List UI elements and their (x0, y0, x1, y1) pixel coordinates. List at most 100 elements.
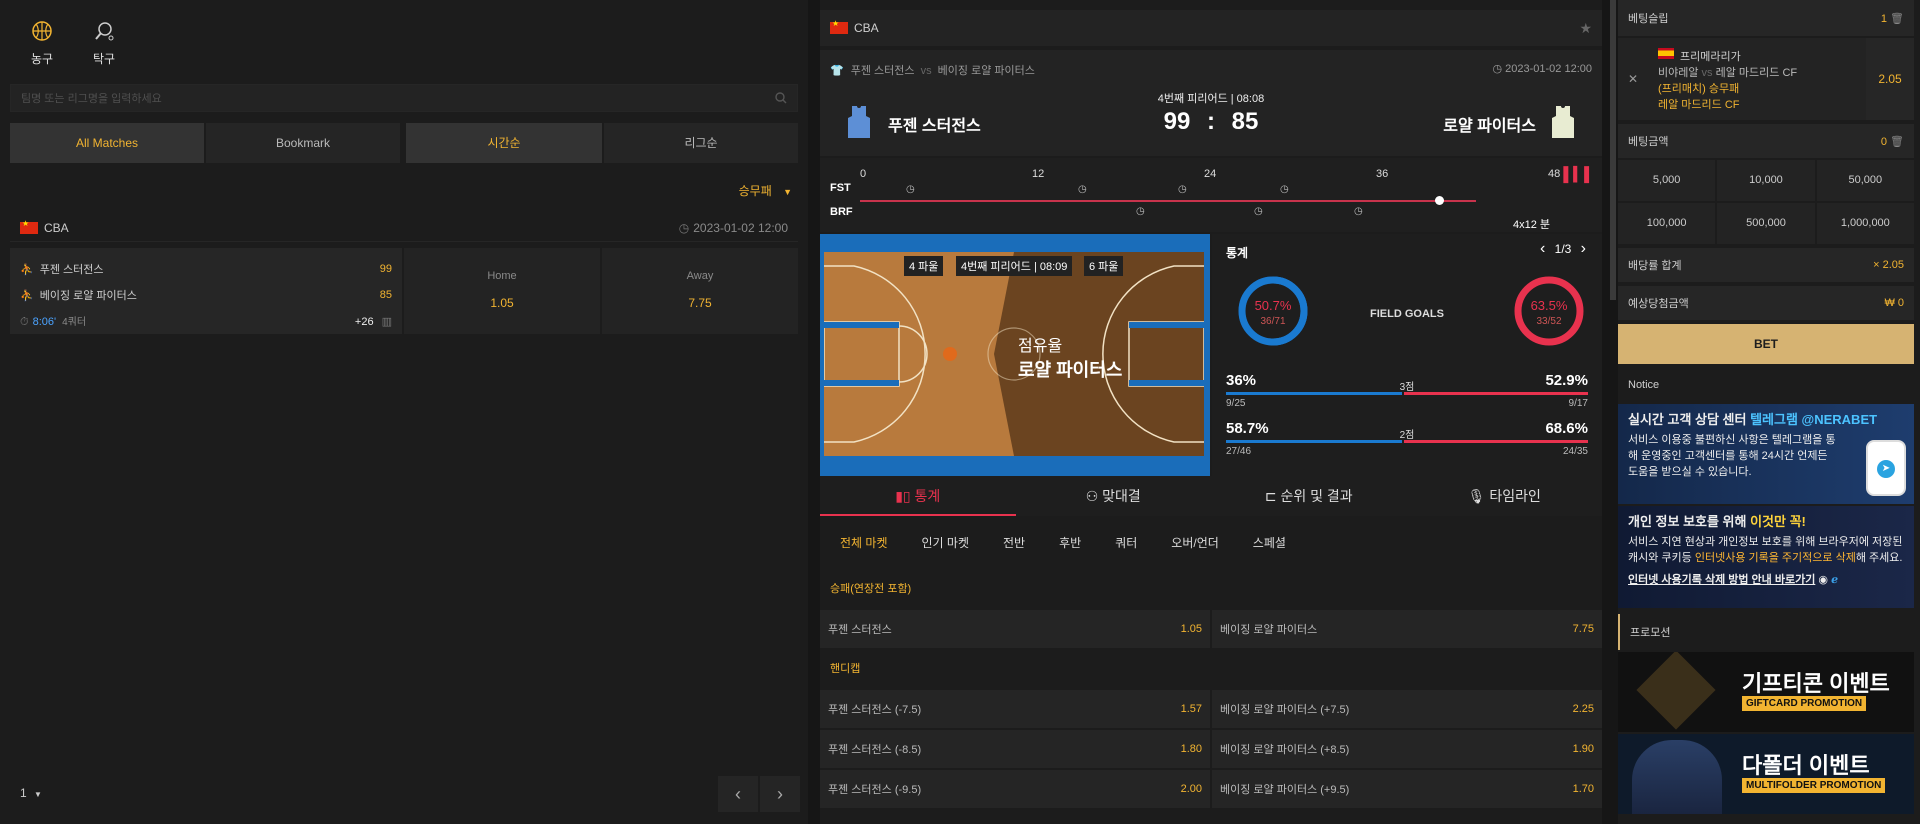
option-label: 푸젠 스터전스 (-8.5) (828, 744, 922, 756)
notice-banner-privacy[interactable]: 개인 정보 보호를 위해 이것만 꼭! 서비스 지연 현상과 개인정보 보호를 … (1618, 506, 1914, 608)
amount-preset-button[interactable]: 10,000 (1717, 160, 1815, 201)
stat-label: 3점 (1399, 382, 1415, 393)
tab-timeline[interactable]: 🎙 타임라인 (1407, 476, 1603, 516)
tab-label: 순위 및 결과 (1280, 488, 1353, 504)
promo-title: 다폴더 이벤트 (1742, 753, 1870, 778)
amount-presets: 5,000 10,000 50,000 100,000 500,000 1,00… (1618, 160, 1914, 244)
bet-option[interactable]: 푸젠 스터전스 (-9.5) 2.00 (820, 770, 1210, 808)
option-odd: 1.70 (1572, 783, 1594, 795)
china-flag-icon (20, 219, 38, 234)
subtab-second-half[interactable]: 후반 (1049, 534, 1091, 551)
slip-league: 프리메라리가 (1680, 51, 1741, 63)
amount-preset-button[interactable]: 50,000 (1816, 160, 1914, 201)
place-bet-button[interactable]: BET (1618, 324, 1914, 364)
slip-away: 레알 마드리드 CF (1715, 67, 1798, 79)
match-teams[interactable]: ⛹ 푸젠 스터전스 99 ⛹ 베이징 로얄 파이터스 85 ⏱ 8:06' 4쿼터 +26 ▥ (10, 248, 402, 334)
amount-label: 베팅금액 (1628, 136, 1669, 148)
home-score: 99 (379, 263, 392, 275)
bar-chart-icon: ▮▯ (895, 488, 915, 504)
sport-tab-label: 탁구 (92, 52, 116, 66)
promo-giftcard[interactable]: 기프티콘 이벤트 GIFTCARD PROMOTION (1618, 652, 1914, 732)
page-select[interactable]: 1 ▼ (20, 786, 42, 800)
tab-bookmark[interactable]: Bookmark (206, 123, 400, 163)
sport-tab-label: 농구 (30, 52, 54, 66)
tick-label: 36 (1376, 168, 1389, 180)
bet-option[interactable]: 베이징 로얄 파이터스 (+9.5) 1.70 (1212, 770, 1602, 808)
tab-all-matches[interactable]: All Matches (10, 123, 204, 163)
expected-win-row: 예상당첨금액 ₩ 0 (1618, 286, 1914, 320)
chart-bars-icon[interactable]: ▌▍▌ (1563, 166, 1594, 183)
promo-multifolder[interactable]: 다폴더 이벤트 MULTIFOLDER PROMOTION (1618, 734, 1914, 814)
close-icon[interactable]: ✕ (1628, 72, 1638, 86)
odd-label: Home (487, 270, 517, 282)
next-page-button[interactable]: › (760, 776, 800, 812)
tab-stats[interactable]: ▮▯ 통계 (820, 476, 1016, 516)
betslip-header: 베팅슬립 1 🗑 (1618, 0, 1914, 36)
bet-option[interactable]: 푸젠 스터전스 (-8.5) 1.80 (820, 730, 1210, 768)
timeout-icon: ◷ (906, 184, 915, 195)
banner-link[interactable]: 인터넷 사용기록 삭제 방법 안내 바로가기 (1628, 574, 1815, 586)
sport-tab-basketball[interactable]: 농구 (14, 14, 70, 67)
notice-banner-telegram[interactable]: 실시간 고객 상담 센터 텔레그램 @NERABET 서비스 이용중 불편하신 … (1618, 404, 1914, 504)
search-icon[interactable] (775, 92, 787, 104)
subtab-quarter[interactable]: 쿼터 (1105, 534, 1147, 551)
away-team-title: 로얄 파이터스 (1443, 118, 1536, 135)
team-jersey-icon: ⛹ (20, 290, 34, 302)
amount-preset-button[interactable]: 1,000,000 (1816, 203, 1914, 244)
subtab-popular[interactable]: 인기 마켓 (912, 534, 980, 551)
chevron-right-icon[interactable]: › (1581, 240, 1586, 257)
result-filter-dropdown[interactable]: 승무패 ▼ (739, 182, 792, 199)
bet-option[interactable]: 푸젠 스터전스 1.05 (820, 610, 1210, 648)
match-row[interactable]: ⛹ 푸젠 스터전스 99 ⛹ 베이징 로얄 파이터스 85 ⏱ 8:06' 4쿼터 +26 ▥… (10, 248, 798, 334)
subtab-all-markets[interactable]: 전체 마켓 (830, 534, 898, 551)
search-placeholder: 팀명 또는 리그명을 입력하세요 (21, 93, 162, 105)
trash-icon[interactable]: 🗑 (1890, 136, 1904, 148)
subtab-first-half[interactable]: 전반 (993, 534, 1035, 551)
stats-title: 통계 (1226, 246, 1249, 260)
betslip-title: 베팅슬립 (1628, 13, 1669, 25)
bet-option[interactable]: 푸젠 스터전스 (-7.5) 1.57 (820, 690, 1210, 728)
score-separator: : (1207, 108, 1215, 135)
search-input[interactable]: 팀명 또는 리그명을 입력하세요 (10, 84, 798, 112)
bet-option[interactable]: 베이징 로얄 파이터스 7.75 (1212, 610, 1602, 648)
detail-league-header: CBA ★ (820, 10, 1602, 46)
table-tennis-icon (95, 22, 114, 41)
possession-label: 점유율 (1018, 338, 1063, 355)
basketball-icon (32, 21, 52, 41)
amount-preset-button[interactable]: 5,000 (1618, 160, 1716, 201)
bet-option[interactable]: 베이징 로얄 파이터스 (+8.5) 1.90 (1212, 730, 1602, 768)
tick-label: 12 (1032, 168, 1045, 180)
tab-standings[interactable]: ⊏ 순위 및 결과 (1211, 476, 1407, 516)
stat-right-bar (1404, 392, 1588, 395)
scrollbar[interactable] (1610, 0, 1616, 300)
stats-icon[interactable]: ▥ (382, 316, 392, 328)
league-name: CBA (44, 220, 69, 235)
tab-sort-league[interactable]: 리그순 (604, 123, 798, 163)
subtab-over-under[interactable]: 오버/언더 (1161, 534, 1229, 551)
amount-preset-button[interactable]: 500,000 (1717, 203, 1815, 244)
home-odd-button[interactable]: Home 1.05 (404, 248, 600, 334)
league-header: CBA ◷ 2023-01-02 12:00 (10, 214, 798, 242)
promo-subtitle: MULTIFOLDER PROMOTION (1742, 778, 1886, 793)
option-odd: 2.00 (1180, 783, 1202, 795)
chevron-left-icon[interactable]: ‹ (1540, 240, 1545, 257)
tab-sort-time[interactable]: 시간순 (406, 123, 602, 163)
subtab-special[interactable]: 스페셜 (1243, 534, 1296, 551)
banner-title: 개인 정보 보호를 위해 (1628, 514, 1751, 529)
tab-head-to-head[interactable]: ⚇ 맞대결 (1016, 476, 1212, 516)
away-odd-button[interactable]: Away 7.75 (602, 248, 798, 334)
option-label: 베이징 로얄 파이터스 (1220, 624, 1318, 636)
amount-preset-button[interactable]: 100,000 (1618, 203, 1716, 244)
market-row: 푸젠 스터전스 (-9.5) 2.00 베이징 로얄 파이터스 (+9.5) 1.7… (820, 770, 1602, 808)
market-section-moneyline: 승패(연장전 포함) (830, 583, 912, 595)
banner-body: 서비스 지연 현상과 개인정보 보호를 위해 브라우저에 저장된 캐시와 쿠키등… (1628, 534, 1904, 566)
trash-icon[interactable]: 🗑 (1890, 13, 1904, 25)
bet-amount-row: 베팅금액 0 🗑 (1618, 124, 1914, 158)
timeout-icon: ◷ (1136, 206, 1145, 217)
more-markets-count[interactable]: +26 (355, 316, 374, 328)
star-icon[interactable]: ★ (1579, 20, 1592, 37)
ie-icon: ℯ (1831, 574, 1839, 586)
sport-tab-table-tennis[interactable]: 탁구 (76, 14, 132, 67)
bet-option[interactable]: 베이징 로얄 파이터스 (+7.5) 2.25 (1212, 690, 1602, 728)
prev-page-button[interactable]: ‹ (718, 776, 758, 812)
